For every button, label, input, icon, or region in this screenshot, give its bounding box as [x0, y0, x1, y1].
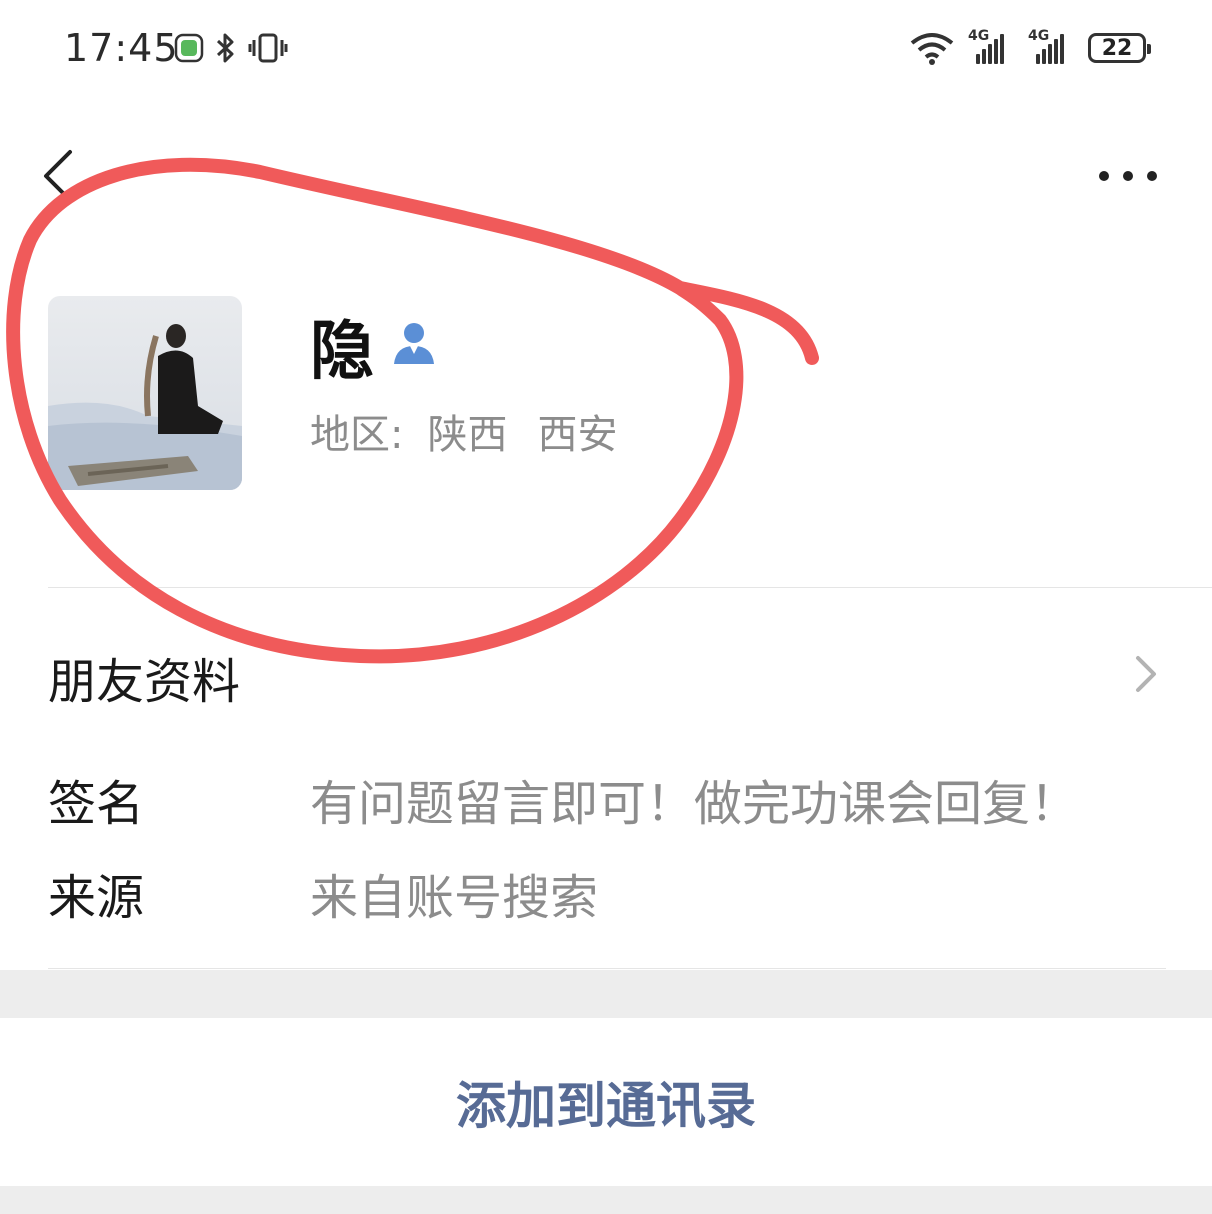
chevron-left-icon[interactable] [36, 146, 84, 206]
status-time: 17:45 [64, 26, 179, 70]
source-label: 来源 [48, 870, 145, 926]
wechat-notification-icon [174, 33, 204, 63]
signal-icon: 4G [1028, 28, 1074, 64]
section-gap [0, 1186, 1212, 1214]
region-row: 地区: 陕西 西安 [310, 402, 617, 460]
vibrate-icon [248, 33, 288, 63]
region-label: 地区: [310, 412, 404, 458]
friend-info-row[interactable]: 朋友资料 [48, 642, 240, 712]
chevron-right-icon[interactable] [1126, 650, 1166, 698]
status-left-icons [174, 30, 288, 66]
avatar[interactable] [48, 296, 242, 490]
region-city: 西安 [537, 412, 618, 458]
add-to-contacts-button[interactable]: 添加到通讯录 [0, 1018, 1212, 1186]
network-type-label: 4G [1028, 28, 1050, 44]
nickname: 隐 [310, 315, 374, 389]
signal-icon: 4G [968, 28, 1014, 64]
user-icon [394, 323, 434, 364]
region-province: 陕西 [427, 412, 508, 458]
battery-icon: 22 [1088, 33, 1151, 63]
bluetooth-icon [216, 33, 234, 63]
section-gap [0, 970, 1212, 1018]
status-right-icons: 4G 4G 22 [910, 28, 1151, 68]
divider [48, 968, 1166, 969]
source-value: 来自账号搜索 [310, 870, 599, 926]
more-dots-icon[interactable] [1092, 160, 1164, 192]
signature-value: 有问题留言即可！做完功课会回复！ [310, 776, 1079, 832]
signature-label: 签名 [48, 776, 145, 832]
wifi-icon [910, 33, 954, 65]
network-type-label: 4G [968, 28, 990, 44]
divider [48, 587, 1212, 588]
